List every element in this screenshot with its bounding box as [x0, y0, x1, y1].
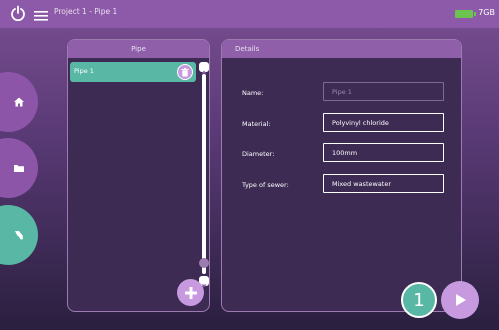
power-icon[interactable] [10, 5, 26, 22]
pipe-panel-title: Pipe [68, 40, 209, 58]
play-icon [456, 294, 466, 306]
breadcrumb-title: Project 1 - Pipe 1 [54, 7, 118, 16]
pipe-list-scrollbar[interactable] [199, 62, 209, 302]
battery-icon [455, 10, 476, 18]
details-panel-title: Details [222, 40, 461, 58]
sewer-type-label: Type of sewer: [242, 181, 289, 189]
sidebar-home-button[interactable] [0, 72, 38, 132]
scroll-thumb[interactable] [199, 258, 209, 268]
name-field[interactable] [323, 82, 444, 101]
details-panel: Details Name: Material: Diameter: Type o… [221, 39, 462, 312]
pipe-panel: Pipe Pipe 1 [67, 39, 210, 312]
name-label: Name: [242, 89, 264, 97]
pipe-icon [15, 231, 23, 240]
step-indicator: 1 [401, 282, 437, 318]
sidebar-pipe-button[interactable] [0, 205, 38, 265]
material-field[interactable] [323, 113, 444, 132]
pipe-list-item[interactable]: Pipe 1 [70, 62, 196, 82]
next-button[interactable] [441, 281, 479, 319]
home-icon [14, 97, 24, 107]
plus-icon [184, 286, 197, 299]
sewer-type-field[interactable] [323, 174, 444, 193]
trash-icon[interactable] [177, 64, 193, 80]
add-pipe-button[interactable] [177, 279, 204, 306]
scroll-track[interactable] [202, 74, 206, 274]
scroll-up-button[interactable] [199, 62, 209, 74]
top-bar: Project 1 - Pipe 1 7GB [0, 0, 499, 28]
folder-icon [14, 165, 24, 172]
material-label: Material: [242, 120, 271, 128]
diameter-field[interactable] [323, 143, 444, 162]
sidebar-folder-button[interactable] [0, 138, 38, 198]
pipe-item-label: Pipe 1 [74, 67, 94, 75]
storage-indicator: 7GB [478, 8, 495, 17]
diameter-label: Diameter: [242, 150, 275, 158]
hamburger-menu-icon[interactable] [34, 7, 48, 21]
